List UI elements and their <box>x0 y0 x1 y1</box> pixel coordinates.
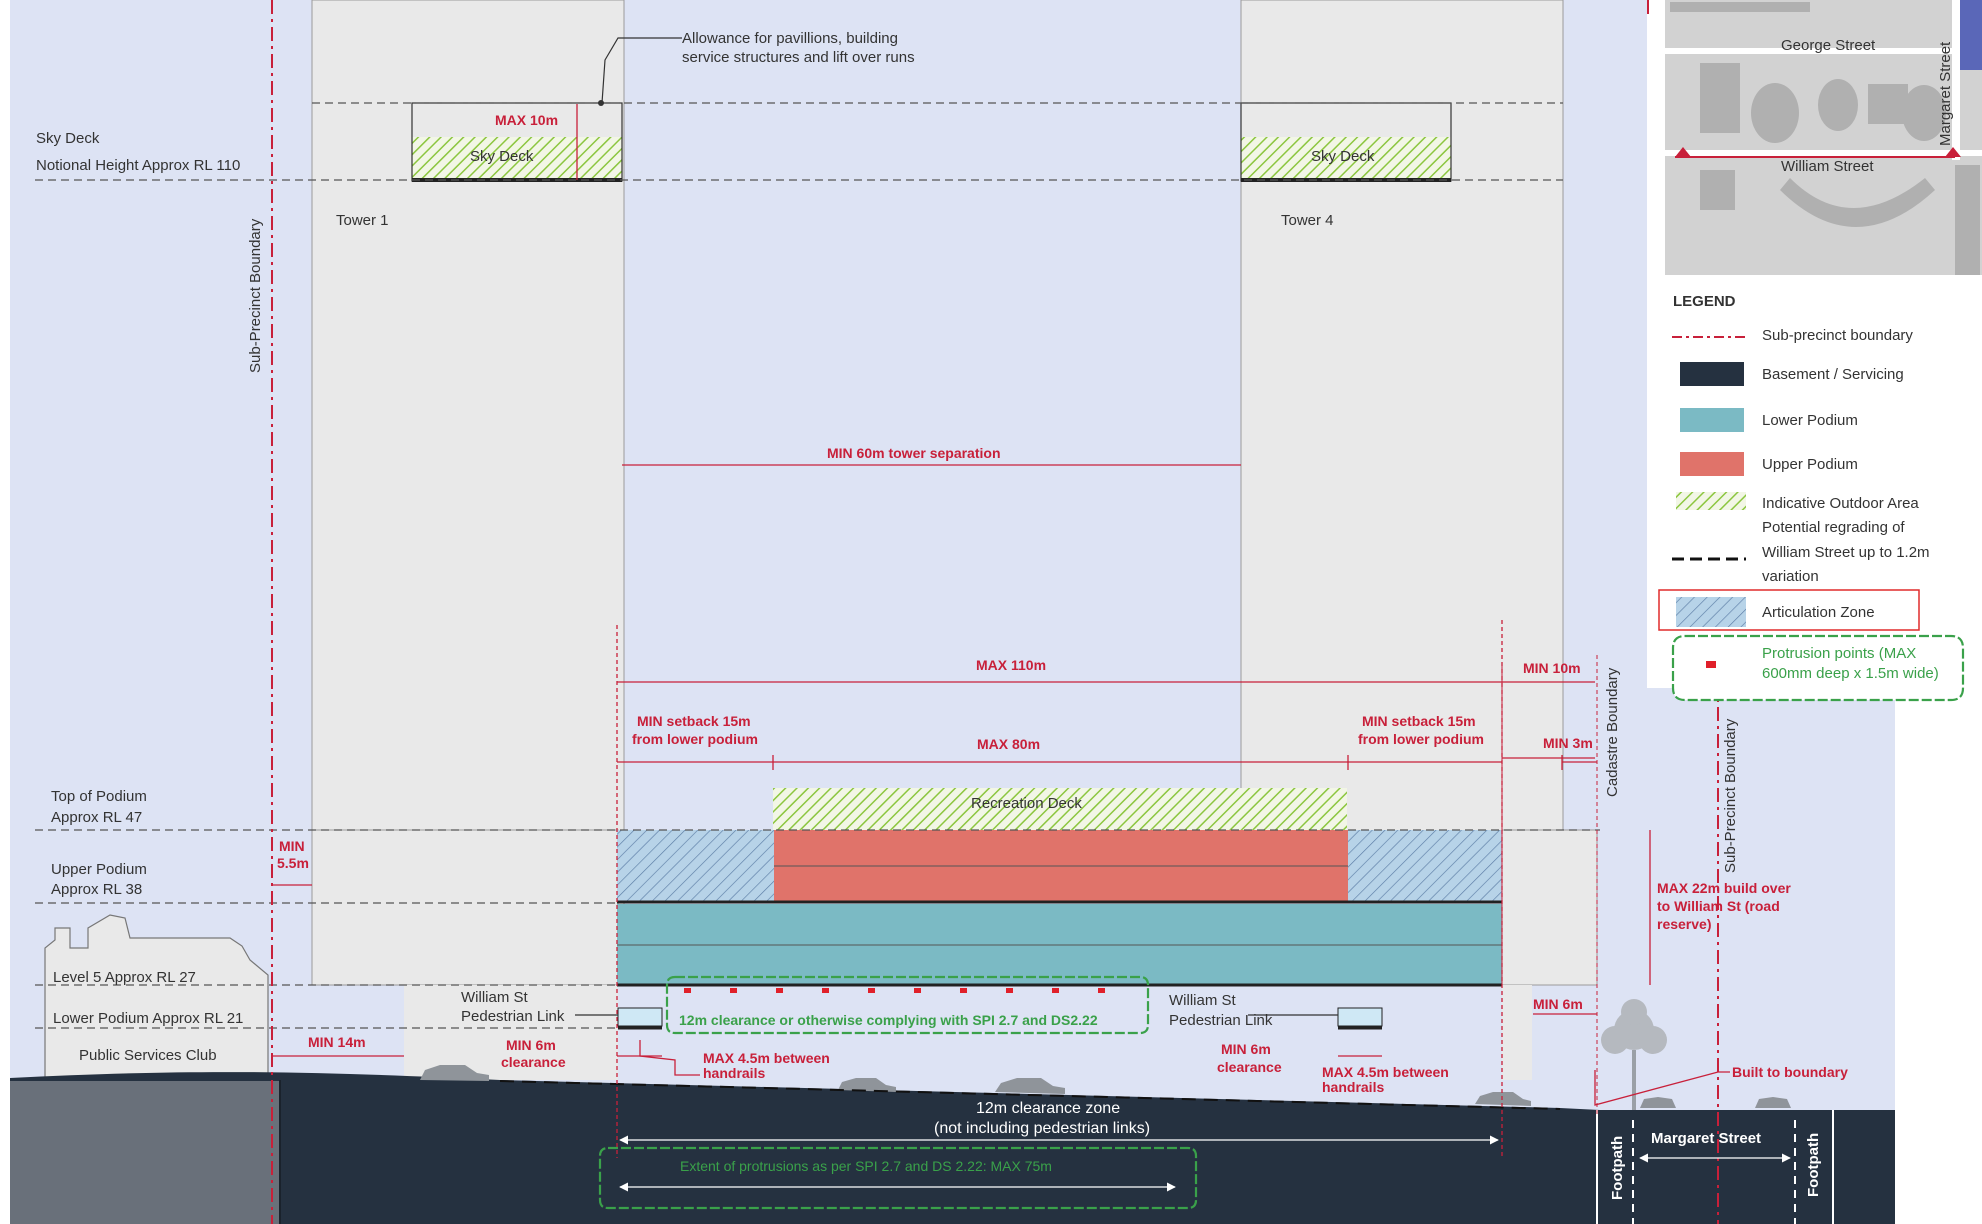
cadastre-boundary-label: Cadastre Boundary <box>1604 667 1621 797</box>
legend-item-protrusion-2: 600mm deep x 1.5m wide) <box>1762 665 1939 682</box>
william-link-right-line2: Pedestrian Link <box>1169 1012 1273 1029</box>
william-link-right-line1: William St <box>1169 992 1236 1009</box>
allowance-label-line1: Allowance for pavillions, building <box>682 30 898 47</box>
lower-podium-rl-label: Lower Podium Approx RL 21 <box>53 1010 243 1027</box>
clearance-zone-line1: 12m clearance zone <box>976 1100 1120 1117</box>
min-3m-label: MIN 3m <box>1543 735 1593 751</box>
lower-building-right <box>1502 985 1532 1080</box>
min-60m-label: MIN 60m tower separation <box>827 445 1001 461</box>
legend-item-protrusion-1: Protrusion points (MAX <box>1762 645 1916 662</box>
built-to-boundary-label: Built to boundary <box>1732 1064 1848 1080</box>
legend-item-lower-podium: Lower Podium <box>1762 412 1858 429</box>
setback-right-line2: from lower podium <box>1358 731 1484 747</box>
max-22m-line3: reserve) <box>1657 916 1712 932</box>
max-110m-label: MAX 110m <box>976 657 1046 673</box>
min-10m-label: MIN 10m <box>1523 660 1581 676</box>
tower-4-label: Tower 4 <box>1281 212 1334 229</box>
podium-left-mass <box>311 829 619 986</box>
min-6m-right-line2: clearance <box>1217 1059 1282 1075</box>
handrails-left-line1: MAX 4.5m between <box>703 1050 830 1066</box>
min-6m-left-line1: MIN 6m <box>506 1037 556 1053</box>
william-link-left-line1: William St <box>461 989 528 1006</box>
key-map-william-street: William Street <box>1781 158 1874 175</box>
legend-item-regrading-2: William Street up to 1.2m <box>1762 544 1930 561</box>
sub-precinct-boundary-left-label: Sub-Precinct Boundary <box>247 218 264 373</box>
legend-item-basement: Basement / Servicing <box>1762 366 1904 383</box>
section-diagram: Allowance for pavillions, building servi… <box>0 0 1982 1224</box>
min-6m-label: MIN 6m <box>1533 996 1583 1012</box>
top-of-podium-rl: Approx RL 47 <box>51 809 142 826</box>
setback-left-line1: MIN setback 15m <box>637 713 751 729</box>
min-5-5m-line1: MIN <box>279 838 305 854</box>
setback-right-line1: MIN setback 15m <box>1362 713 1476 729</box>
max-22m-line1: MAX 22m build over <box>1657 880 1791 896</box>
william-link-left-line2: Pedestrian Link <box>461 1008 565 1025</box>
lower-podium <box>617 904 1502 984</box>
extent-protrusions-label: Extent of protrusions as per SPI 2.7 and… <box>680 1158 1052 1174</box>
sky-deck-4-label: Sky Deck <box>1311 148 1375 165</box>
key-map-george-street: George Street <box>1781 37 1876 54</box>
margaret-street-label: Margaret Street <box>1651 1130 1761 1147</box>
clearance-12m-label: 12m clearance or otherwise complying wit… <box>679 1012 1098 1028</box>
max-22m-line2: to William St (road <box>1657 898 1780 914</box>
diagram-canvas: Allowance for pavillions, building servi… <box>0 0 1982 1224</box>
tower-4 <box>1240 0 1564 833</box>
pedestrian-link-left <box>617 1007 663 1027</box>
articulation-zone-left <box>617 830 775 902</box>
public-services-club-label: Public Services Club <box>79 1047 217 1064</box>
min-6m-left-line2: clearance <box>501 1054 566 1070</box>
sky-deck-level-label: Sky Deck <box>36 130 100 147</box>
sub-precinct-boundary-right-label: Sub-Precinct Boundary <box>1722 718 1739 873</box>
footpath-left-label: Footpath <box>1609 1136 1626 1200</box>
level-5-label: Level 5 Approx RL 27 <box>53 969 196 986</box>
legend-item-articulation: Articulation Zone <box>1762 604 1875 621</box>
footpath-right-label: Footpath <box>1805 1133 1822 1197</box>
tower-1-label: Tower 1 <box>336 212 389 229</box>
sky-deck-1-label: Sky Deck <box>470 148 534 165</box>
top-of-podium-label: Top of Podium <box>51 788 147 805</box>
clearance-zone-line2: (not including pedestrian links) <box>934 1120 1150 1137</box>
legend-item-regrading-3: variation <box>1762 568 1819 585</box>
min-14m-label: MIN 14m <box>308 1034 366 1050</box>
max-10m-label: MAX 10m <box>495 112 558 128</box>
legend-item-outdoor-area: Indicative Outdoor Area <box>1762 495 1919 512</box>
min-5-5m-line2: 5.5m <box>277 855 309 871</box>
recreation-deck-label: Recreation Deck <box>971 795 1082 812</box>
handrails-right-line2: handrails <box>1322 1079 1384 1095</box>
handrails-left-line2: handrails <box>703 1065 765 1081</box>
max-80m-label: MAX 80m <box>977 736 1040 752</box>
legend-item-upper-podium: Upper Podium <box>1762 456 1858 473</box>
legend-item-regrading-1: Potential regrading of <box>1762 519 1905 536</box>
setback-left-line2: from lower podium <box>632 731 758 747</box>
articulation-zone-right <box>1348 830 1502 902</box>
pedestrian-link-right <box>1337 1007 1383 1027</box>
legend-item-sub-precinct: Sub-precinct boundary <box>1762 327 1913 344</box>
podium-right-mass <box>1501 829 1598 986</box>
allowance-label-line2: service structures and lift over runs <box>682 49 915 66</box>
key-map-margaret-street: Margaret Street <box>1937 41 1954 146</box>
min-6m-right-line1: MIN 6m <box>1221 1041 1271 1057</box>
sky-deck-rl-label: Notional Height Approx RL 110 <box>36 157 240 174</box>
upper-podium-label: Upper Podium <box>51 861 147 878</box>
legend-title: LEGEND <box>1673 293 1736 310</box>
upper-podium-rl: Approx RL 38 <box>51 881 142 898</box>
handrails-right-line1: MAX 4.5m between <box>1322 1064 1449 1080</box>
